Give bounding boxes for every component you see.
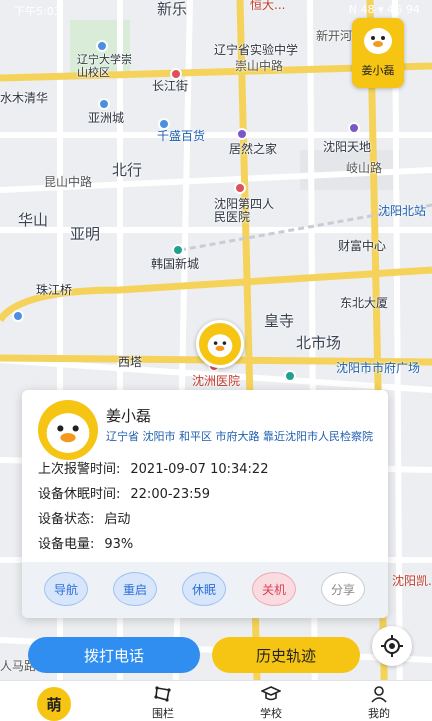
tab-bar: 萌 围栏 学校 我的 — [0, 680, 432, 721]
map-label: 沈洲医院 — [192, 374, 241, 388]
history-track-button[interactable]: 历史轨迹 — [212, 637, 360, 673]
poi-icon — [170, 68, 182, 80]
map-label: 沈阳市市府广场 — [336, 361, 421, 375]
duck-avatar-icon — [46, 413, 90, 453]
map-label: 长江街 — [152, 79, 189, 93]
status-bar: 下午5:03 N 48 ▾ 4G 94 — [0, 0, 432, 18]
info-row-status: 设备状态: 启动 — [38, 508, 130, 527]
tab-label: 学校 — [260, 707, 282, 720]
locate-button[interactable] — [372, 626, 412, 666]
duck-icon — [207, 334, 233, 358]
map-label: 新开河 — [316, 29, 353, 43]
share-button[interactable]: 分享 — [321, 572, 365, 606]
fence-icon — [154, 686, 171, 702]
tab-label: 我的 — [368, 707, 390, 720]
poi-icon — [12, 310, 24, 322]
poi-icon — [348, 122, 360, 134]
poi-icon — [98, 98, 110, 110]
map-label: 财富中心 — [338, 239, 387, 253]
map-label: 东北大厦 — [340, 296, 389, 310]
user-chip[interactable]: 姜小磊 — [352, 18, 404, 88]
info-key: 设备休眠时间: — [38, 487, 121, 502]
poi-icon — [96, 40, 108, 52]
status-indicators: N 48 ▾ 4G 94 — [348, 3, 420, 16]
map-label: 西塔 — [118, 355, 143, 369]
home-badge: 萌 — [37, 687, 71, 721]
info-key: 设备电量: — [38, 537, 95, 552]
tab-fence[interactable]: 围栏 — [123, 681, 203, 721]
call-button[interactable]: 拨打电话 — [28, 637, 200, 673]
info-value: 93% — [104, 537, 134, 552]
sleep-button[interactable]: 休眠 — [182, 572, 226, 606]
info-key: 上次报警时间: — [38, 462, 121, 477]
user-chip-name: 姜小磊 — [361, 64, 395, 77]
map-label: 千盛百货 — [157, 129, 206, 143]
map-label: 居然之家 — [229, 142, 278, 156]
map-label: 岐山路 — [346, 161, 383, 175]
device-name: 姜小磊 — [106, 407, 152, 425]
duck-avatar-icon — [361, 22, 395, 60]
map-label: 亚明 — [70, 225, 101, 243]
info-value: 2021-09-07 10:34:22 — [130, 462, 269, 477]
device-location-marker[interactable] — [196, 320, 244, 368]
tab-home[interactable]: 萌 — [14, 681, 94, 721]
map-label: 华山 — [18, 211, 49, 229]
poi-icon — [234, 182, 246, 194]
map-label: 辽宁大学崇山校区 — [77, 53, 132, 79]
info-row-battery: 设备电量: 93% — [38, 533, 133, 552]
map-label: 亚洲城 — [88, 111, 125, 125]
restart-button[interactable]: 重启 — [113, 572, 157, 606]
poi-icon — [284, 370, 296, 382]
school-icon — [261, 686, 281, 701]
map-label: 珠江桥 — [36, 283, 73, 297]
tab-mine[interactable]: 我的 — [339, 681, 419, 721]
poi-icon — [158, 118, 170, 130]
map-label: 韩国新城 — [151, 257, 200, 271]
map-label: 北市场 — [296, 334, 342, 352]
tab-school[interactable]: 学校 — [231, 681, 311, 721]
action-bar: 导航 重启 休眠 关机 分享 — [22, 562, 388, 618]
shutdown-button[interactable]: 关机 — [252, 572, 296, 606]
map-label: 沈阳北站 — [378, 204, 427, 218]
map-label: 皇寺 — [264, 312, 295, 330]
navigate-button[interactable]: 导航 — [44, 572, 88, 606]
info-key: 设备状态: — [38, 512, 95, 527]
device-info-card: 姜小磊 辽宁省 沈阳市 和平区 市府大路 靠近沈阳市人民检察院 上次报警时间: 2… — [22, 390, 388, 618]
device-avatar — [38, 400, 98, 460]
tab-label: 围栏 — [152, 707, 174, 720]
map-label: 沈阳凯... — [392, 574, 432, 588]
info-row-sleep-time: 设备休眠时间: 22:00-23:59 — [38, 483, 210, 502]
map-label: 北行 — [112, 161, 143, 179]
poi-icon — [236, 128, 248, 140]
map-label: 沈阳第四人民医院 — [214, 197, 275, 224]
map-label: 辽宁省实验中学 — [214, 43, 299, 57]
map-label: 水木清华 — [0, 91, 49, 105]
locate-icon — [381, 635, 403, 657]
info-value: 启动 — [104, 512, 131, 527]
poi-icon — [172, 244, 184, 256]
info-value: 22:00-23:59 — [130, 487, 211, 502]
device-address: 辽宁省 沈阳市 和平区 市府大路 靠近沈阳市人民检察院 — [106, 430, 373, 443]
info-row-last-alarm: 上次报警时间: 2021-09-07 10:34:22 — [38, 458, 268, 477]
status-time: 下午5:03 — [14, 5, 61, 18]
map-label: 沈阳天地 — [323, 140, 372, 154]
map-label: 昆山中路 — [44, 175, 93, 189]
map-label: 崇山中路 — [235, 59, 284, 73]
person-icon — [371, 686, 387, 703]
